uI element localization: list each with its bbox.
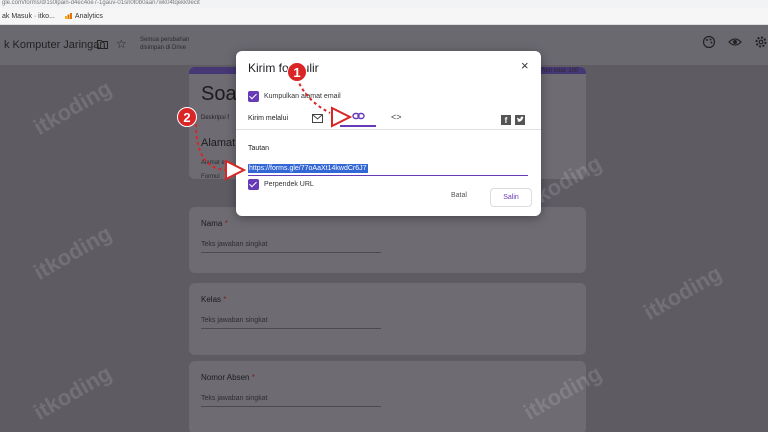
annotation-arrows bbox=[195, 77, 353, 181]
annotation-arrow-1-head bbox=[331, 106, 353, 128]
annotation-arrow-2-head bbox=[225, 159, 247, 181]
annotation-arrow-2-path bbox=[195, 123, 229, 171]
annotation-arrow-1-path bbox=[296, 77, 331, 114]
step-marker-2: 2 bbox=[177, 107, 197, 127]
step-marker-1: 1 bbox=[287, 62, 307, 82]
